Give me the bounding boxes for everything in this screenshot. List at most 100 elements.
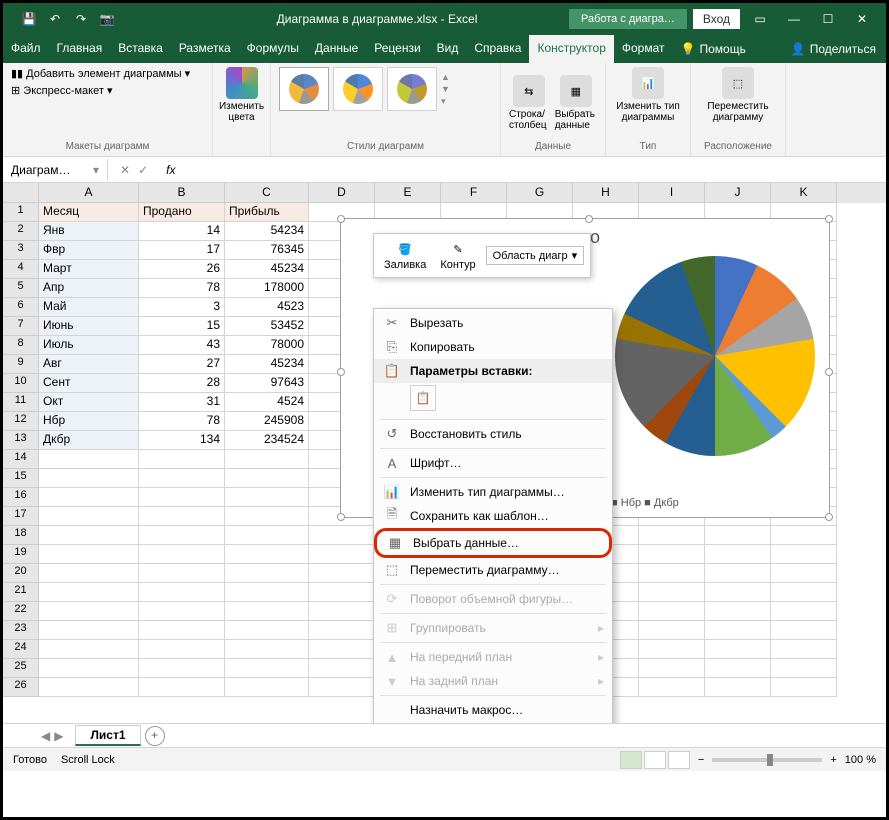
- row-header[interactable]: 9: [3, 355, 39, 374]
- cell[interactable]: [705, 640, 771, 659]
- cell[interactable]: [705, 602, 771, 621]
- cell[interactable]: 78000: [225, 336, 309, 355]
- ribbon-options-icon[interactable]: ▭: [746, 12, 774, 26]
- row-header[interactable]: 10: [3, 374, 39, 393]
- maximize-icon[interactable]: ☐: [814, 12, 842, 26]
- row-header[interactable]: 17: [3, 507, 39, 526]
- row-header[interactable]: 21: [3, 583, 39, 602]
- cell[interactable]: [771, 621, 837, 640]
- zoom-out-button[interactable]: −: [698, 754, 704, 766]
- tab-data[interactable]: Данные: [307, 35, 366, 63]
- cell[interactable]: [705, 621, 771, 640]
- column-header[interactable]: D: [309, 183, 375, 203]
- cell[interactable]: [225, 469, 309, 488]
- cell[interactable]: [139, 602, 225, 621]
- tab-layout[interactable]: Разметка: [171, 35, 239, 63]
- cell[interactable]: [639, 526, 705, 545]
- column-header[interactable]: E: [375, 183, 441, 203]
- cell[interactable]: [309, 659, 375, 678]
- cell[interactable]: [39, 526, 139, 545]
- row-header[interactable]: 2: [3, 222, 39, 241]
- cell[interactable]: [39, 545, 139, 564]
- cell[interactable]: [225, 450, 309, 469]
- undo-icon[interactable]: ↶: [47, 11, 63, 27]
- cell[interactable]: 31: [139, 393, 225, 412]
- cell[interactable]: [225, 507, 309, 526]
- cell[interactable]: [39, 469, 139, 488]
- worksheet-grid[interactable]: ABCDEFGHIJK 1МесяцПроданоПрибыль2Янв1454…: [3, 183, 886, 723]
- cell[interactable]: [139, 678, 225, 697]
- camera-icon[interactable]: 📷: [99, 11, 115, 27]
- cell[interactable]: [39, 621, 139, 640]
- column-header[interactable]: B: [139, 183, 225, 203]
- style-1[interactable]: [279, 67, 329, 111]
- cell[interactable]: 28: [139, 374, 225, 393]
- cell[interactable]: 45234: [225, 260, 309, 279]
- chart-styles-gallery[interactable]: ▲ ▼ ▾: [279, 67, 492, 111]
- cell[interactable]: 134: [139, 431, 225, 450]
- cell[interactable]: [139, 526, 225, 545]
- cell[interactable]: [639, 659, 705, 678]
- cell[interactable]: [771, 678, 837, 697]
- cell[interactable]: [771, 583, 837, 602]
- login-button[interactable]: Вход: [693, 9, 740, 29]
- cell[interactable]: Апр: [39, 279, 139, 298]
- row-header[interactable]: 3: [3, 241, 39, 260]
- cell[interactable]: [771, 545, 837, 564]
- change-colors-button[interactable]: Изменить цвета: [221, 67, 262, 123]
- fx-icon[interactable]: fx: [160, 163, 181, 177]
- cell[interactable]: [39, 602, 139, 621]
- row-header[interactable]: 7: [3, 317, 39, 336]
- sheet-next-icon[interactable]: ▶: [54, 729, 63, 743]
- view-layout-button[interactable]: [644, 751, 666, 769]
- cell[interactable]: [309, 640, 375, 659]
- row-header[interactable]: 8: [3, 336, 39, 355]
- cell[interactable]: [139, 564, 225, 583]
- cell[interactable]: Нбр: [39, 412, 139, 431]
- cell[interactable]: [39, 450, 139, 469]
- cell[interactable]: Май: [39, 298, 139, 317]
- row-header[interactable]: 4: [3, 260, 39, 279]
- tab-formulas[interactable]: Формулы: [239, 35, 307, 63]
- gallery-down-icon[interactable]: ▼: [441, 84, 450, 94]
- tell-me[interactable]: 💡Помощь: [673, 35, 754, 63]
- column-header[interactable]: F: [441, 183, 507, 203]
- column-header[interactable]: C: [225, 183, 309, 203]
- cell[interactable]: [309, 621, 375, 640]
- name-box[interactable]: Диаграм…▾: [3, 159, 108, 181]
- tab-design[interactable]: Конструктор: [529, 35, 613, 63]
- tab-help[interactable]: Справка: [466, 35, 529, 63]
- cell[interactable]: [139, 469, 225, 488]
- row-header[interactable]: 22: [3, 602, 39, 621]
- cell[interactable]: Июль: [39, 336, 139, 355]
- tab-home[interactable]: Главная: [49, 35, 111, 63]
- cell[interactable]: [139, 488, 225, 507]
- cell[interactable]: [771, 640, 837, 659]
- tab-view[interactable]: Вид: [429, 35, 467, 63]
- cell[interactable]: Прибыль: [225, 203, 309, 222]
- chevron-down-icon[interactable]: ▾: [93, 163, 99, 177]
- tab-insert[interactable]: Вставка: [110, 35, 171, 63]
- cell[interactable]: Сент: [39, 374, 139, 393]
- cell[interactable]: 45234: [225, 355, 309, 374]
- cell[interactable]: 54234: [225, 222, 309, 241]
- add-chart-element-button[interactable]: ▮▮ Добавить элемент диаграммы ▾: [11, 67, 204, 80]
- cell[interactable]: [705, 526, 771, 545]
- row-header[interactable]: 18: [3, 526, 39, 545]
- cell[interactable]: [225, 564, 309, 583]
- view-normal-button[interactable]: [620, 751, 642, 769]
- cell[interactable]: [309, 526, 375, 545]
- cell[interactable]: [639, 564, 705, 583]
- cell[interactable]: 17: [139, 241, 225, 260]
- row-header[interactable]: 25: [3, 659, 39, 678]
- cell[interactable]: Месяц: [39, 203, 139, 222]
- zoom-level[interactable]: 100 %: [845, 754, 876, 766]
- cell[interactable]: [705, 583, 771, 602]
- row-header[interactable]: 19: [3, 545, 39, 564]
- cell[interactable]: [639, 602, 705, 621]
- cancel-icon[interactable]: ✕: [120, 163, 130, 177]
- cell[interactable]: [139, 659, 225, 678]
- cell[interactable]: [39, 678, 139, 697]
- cell[interactable]: 4523: [225, 298, 309, 317]
- save-icon[interactable]: 💾: [21, 11, 37, 27]
